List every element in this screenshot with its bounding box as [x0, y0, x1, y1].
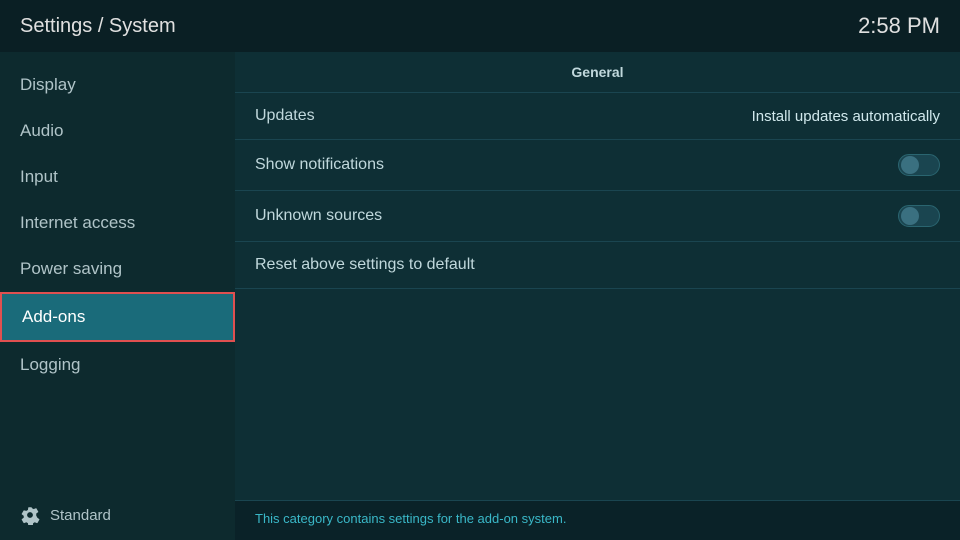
settings-row-updates[interactable]: Updates Install updates automatically [235, 93, 960, 140]
sidebar-nav: DisplayAudioInputInternet accessPower sa… [0, 62, 235, 388]
content-panel: General Updates Install updates automatic… [235, 52, 960, 540]
status-bar: This category contains settings for the … [235, 500, 960, 540]
settings-content: General Updates Install updates automatic… [235, 52, 960, 500]
main-layout: DisplayAudioInputInternet accessPower sa… [0, 52, 960, 540]
header: Settings / System 2:58 PM [0, 0, 960, 52]
row-label-updates: Updates [255, 107, 315, 125]
settings-row-show-notifications[interactable]: Show notifications [235, 140, 960, 191]
sidebar-item-display[interactable]: Display [0, 62, 235, 108]
sidebar-item-logging[interactable]: Logging [0, 342, 235, 388]
toggle-unknown-sources[interactable] [898, 205, 940, 227]
section-header: General [235, 52, 960, 93]
sidebar-item-add-ons[interactable]: Add-ons [0, 292, 235, 342]
sidebar-footer: Standard [0, 495, 235, 540]
sidebar-item-power-saving[interactable]: Power saving [0, 246, 235, 292]
row-label-show-notifications: Show notifications [255, 156, 384, 174]
clock: 2:58 PM [858, 13, 940, 39]
gear-icon [20, 505, 40, 525]
sidebar-item-input[interactable]: Input [0, 154, 235, 200]
toggle-show-notifications[interactable] [898, 154, 940, 176]
sidebar-item-internet-access[interactable]: Internet access [0, 200, 235, 246]
row-label-reset-settings: Reset above settings to default [255, 256, 475, 274]
sidebar: DisplayAudioInputInternet accessPower sa… [0, 52, 235, 540]
page-title: Settings / System [20, 15, 176, 38]
settings-row-unknown-sources[interactable]: Unknown sources [235, 191, 960, 242]
row-label-unknown-sources: Unknown sources [255, 207, 382, 225]
sidebar-item-audio[interactable]: Audio [0, 108, 235, 154]
row-value-updates: Install updates automatically [752, 108, 940, 125]
sidebar-level-label: Standard [50, 507, 111, 524]
settings-row-reset-settings: Reset above settings to default [235, 242, 960, 289]
